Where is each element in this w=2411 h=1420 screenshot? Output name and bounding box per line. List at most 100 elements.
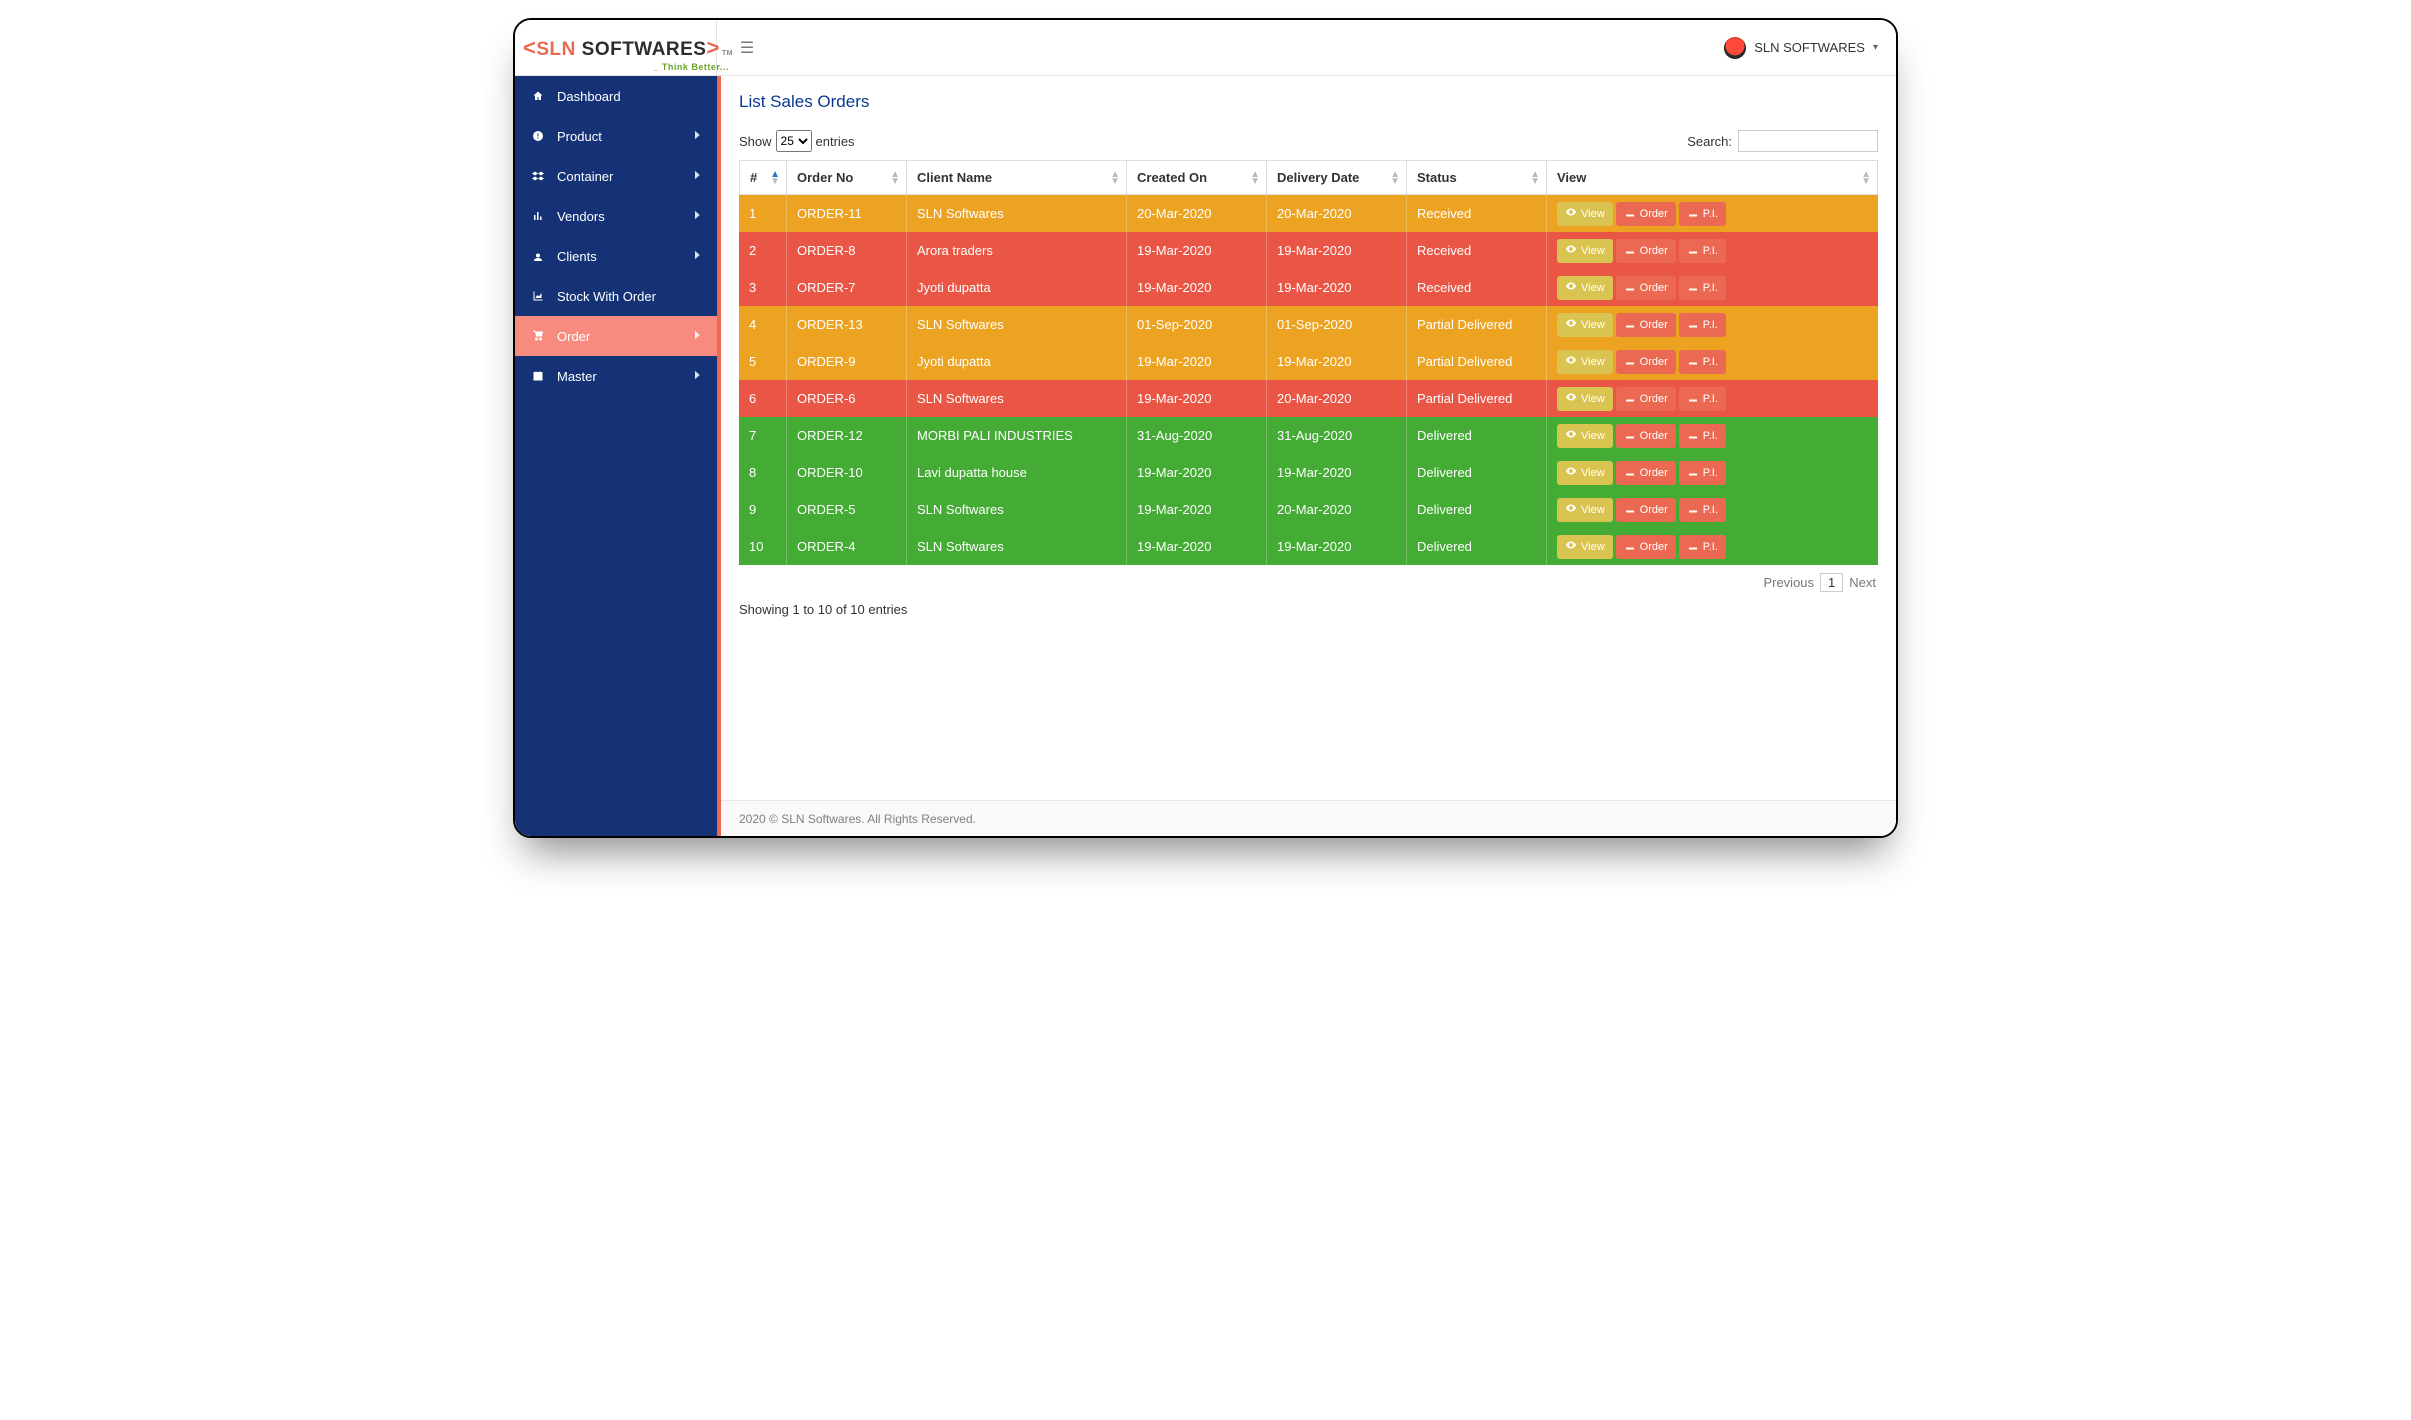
cell-order-no: ORDER-5 <box>787 491 907 528</box>
cell-index: 1 <box>739 195 787 232</box>
sidebar-item-vendors[interactable]: Vendors <box>515 196 717 236</box>
sidebar-item-order[interactable]: Order <box>515 316 717 356</box>
cell-status: Delivered <box>1407 454 1547 491</box>
cell-actions: ViewOrderP.I. <box>1547 195 1878 232</box>
user-menu[interactable]: SLN SOFTWARES ▾ <box>1724 37 1896 59</box>
dropbox-icon <box>529 170 547 182</box>
view-button[interactable]: View <box>1557 202 1613 226</box>
view-button[interactable]: View <box>1557 461 1613 485</box>
view-button[interactable]: View <box>1557 498 1613 522</box>
download-pi-button[interactable]: P.I. <box>1679 350 1726 374</box>
pager-current[interactable]: 1 <box>1820 573 1843 592</box>
download-pi-button[interactable]: P.I. <box>1679 535 1726 559</box>
pager-previous[interactable]: Previous <box>1763 575 1814 590</box>
cell-created: 31-Aug-2020 <box>1127 417 1267 454</box>
download-icon <box>1624 502 1636 517</box>
chevron-right-icon <box>691 369 703 384</box>
cell-created: 19-Mar-2020 <box>1127 343 1267 380</box>
col-header[interactable]: Created On▲▼ <box>1127 160 1267 195</box>
col-label: Client Name <box>917 170 992 185</box>
col-header[interactable]: Client Name▲▼ <box>907 160 1127 195</box>
download-pi-button[interactable]: P.I. <box>1679 498 1726 522</box>
download-order-button[interactable]: Order <box>1616 202 1676 226</box>
download-order-button[interactable]: Order <box>1616 350 1676 374</box>
download-order-button[interactable]: Order <box>1616 498 1676 522</box>
col-header[interactable]: Delivery Date▲▼ <box>1267 160 1407 195</box>
cell-client: MORBI PALI INDUSTRIES <box>907 417 1127 454</box>
cell-created: 20-Mar-2020 <box>1127 195 1267 232</box>
download-pi-button[interactable]: P.I. <box>1679 387 1726 411</box>
cell-client: Jyoti dupatta <box>907 269 1127 306</box>
sort-icon: ▲▼ <box>890 171 900 185</box>
cell-actions: ViewOrderP.I. <box>1547 491 1878 528</box>
view-button[interactable]: View <box>1557 535 1613 559</box>
download-icon <box>1624 465 1636 480</box>
cell-actions: ViewOrderP.I. <box>1547 454 1878 491</box>
table-row: 1ORDER-11SLN Softwares20-Mar-202020-Mar-… <box>739 195 1878 232</box>
search-input[interactable] <box>1738 130 1878 152</box>
entries-label-pre: Show <box>739 134 772 149</box>
download-order-button[interactable]: Order <box>1616 424 1676 448</box>
sidebar-toggle[interactable]: ☰ <box>727 28 767 68</box>
cell-status: Received <box>1407 195 1547 232</box>
footer-text: 2020 © SLN Softwares. All Rights Reserve… <box>739 812 976 826</box>
sidebar-item-master[interactable]: Master <box>515 356 717 396</box>
cell-index: 7 <box>739 417 787 454</box>
download-icon <box>1624 354 1636 369</box>
brand-logo[interactable]: < SLN SOFTWARES > TM _ Think Better... <box>515 20 717 75</box>
tag-icon <box>529 130 547 142</box>
cell-order-no: ORDER-9 <box>787 343 907 380</box>
cell-actions: ViewOrderP.I. <box>1547 528 1878 565</box>
hamburger-icon: ☰ <box>740 38 754 58</box>
sidebar-item-label: Product <box>557 129 602 144</box>
download-pi-button[interactable]: P.I. <box>1679 313 1726 337</box>
cell-delivery: 20-Mar-2020 <box>1267 491 1407 528</box>
sidebar-item-dashboard[interactable]: Dashboard <box>515 76 717 116</box>
table-row: 5ORDER-9Jyoti dupatta19-Mar-202019-Mar-2… <box>739 343 1878 380</box>
table-row: 8ORDER-10Lavi dupatta house19-Mar-202019… <box>739 454 1878 491</box>
chevron-right-icon <box>691 129 703 144</box>
cell-client: SLN Softwares <box>907 528 1127 565</box>
cell-created: 19-Mar-2020 <box>1127 380 1267 417</box>
download-pi-button[interactable]: P.I. <box>1679 461 1726 485</box>
eye-icon <box>1565 243 1577 258</box>
cell-delivery: 19-Mar-2020 <box>1267 269 1407 306</box>
sidebar-item-stock-with-order[interactable]: Stock With Order <box>515 276 717 316</box>
download-order-button[interactable]: Order <box>1616 387 1676 411</box>
col-header[interactable]: Status▲▼ <box>1407 160 1547 195</box>
cell-delivery: 01-Sep-2020 <box>1267 306 1407 343</box>
cell-index: 3 <box>739 269 787 306</box>
cell-created: 19-Mar-2020 <box>1127 232 1267 269</box>
logo-angle-right: > <box>706 35 719 61</box>
view-button[interactable]: View <box>1557 276 1613 300</box>
col-header[interactable]: #▲▼ <box>739 160 787 195</box>
view-button[interactable]: View <box>1557 387 1613 411</box>
download-order-button[interactable]: Order <box>1616 276 1676 300</box>
cell-status: Received <box>1407 232 1547 269</box>
sidebar-item-container[interactable]: Container <box>515 156 717 196</box>
download-pi-button[interactable]: P.I. <box>1679 202 1726 226</box>
page-size-select[interactable]: 25 <box>776 130 812 152</box>
pager-next[interactable]: Next <box>1849 575 1876 590</box>
download-order-button[interactable]: Order <box>1616 239 1676 263</box>
download-icon <box>1624 539 1636 554</box>
download-order-button[interactable]: Order <box>1616 535 1676 559</box>
view-button[interactable]: View <box>1557 350 1613 374</box>
sidebar-item-product[interactable]: Product <box>515 116 717 156</box>
sidebar-item-clients[interactable]: Clients <box>515 236 717 276</box>
col-header[interactable]: View▲▼ <box>1547 160 1878 195</box>
sort-icon: ▲▼ <box>1390 171 1400 185</box>
table-row: 4ORDER-13SLN Softwares01-Sep-202001-Sep-… <box>739 306 1878 343</box>
download-pi-button[interactable]: P.I. <box>1679 424 1726 448</box>
view-button[interactable]: View <box>1557 424 1613 448</box>
cell-client: Jyoti dupatta <box>907 343 1127 380</box>
download-order-button[interactable]: Order <box>1616 313 1676 337</box>
view-button[interactable]: View <box>1557 313 1613 337</box>
cell-status: Partial Delivered <box>1407 380 1547 417</box>
download-order-button[interactable]: Order <box>1616 461 1676 485</box>
view-button[interactable]: View <box>1557 239 1613 263</box>
download-pi-button[interactable]: P.I. <box>1679 239 1726 263</box>
col-header[interactable]: Order No▲▼ <box>787 160 907 195</box>
cell-client: SLN Softwares <box>907 380 1127 417</box>
download-pi-button[interactable]: P.I. <box>1679 276 1726 300</box>
